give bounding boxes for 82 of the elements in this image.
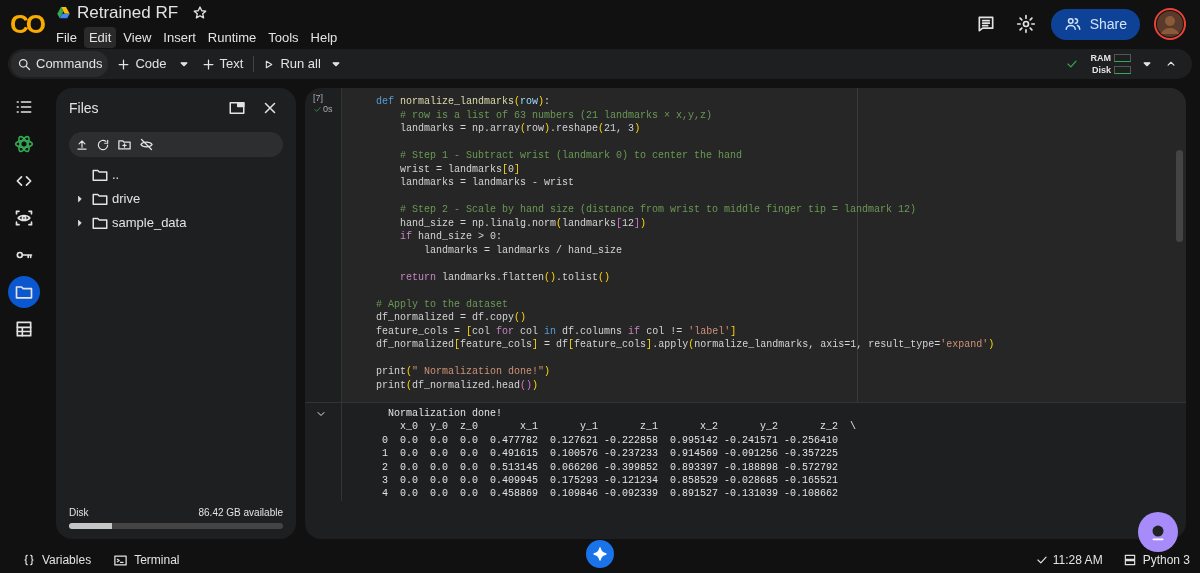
- menu-item[interactable]: Help: [305, 26, 343, 48]
- execution-count: [7]: [313, 93, 324, 104]
- search-icon: [17, 56, 32, 72]
- code-line: feature_cols = [col for col in df.columns if col != 'label']: [376, 324, 737, 338]
- ram-label: RAM: [1090, 52, 1111, 64]
- code-line: landmarks = np.array(row).reshape(21, 3): [399, 122, 641, 136]
- file-tree-item[interactable]: drive: [112, 189, 141, 209]
- code-line: # row is a list of 63 numbers (21 landmarks × x,y,z): [399, 108, 713, 122]
- file-tree-item[interactable]: ..: [112, 165, 120, 185]
- code-line: return landmarks.flatten().tolist(): [399, 270, 611, 284]
- code-line: print(" Normalization done!"): [376, 365, 551, 379]
- atom-icon: [14, 134, 34, 154]
- sparkle-icon: [592, 546, 608, 562]
- menu-item[interactable]: Runtime: [202, 26, 262, 48]
- upload-icon: [75, 137, 89, 152]
- code-line: wrist = landmarks[0]: [399, 162, 521, 176]
- server-icon: [1122, 553, 1137, 567]
- hidden-icon: [139, 137, 154, 152]
- braces-icon: [22, 553, 36, 567]
- add-text-button[interactable]: Text: [200, 54, 244, 74]
- scrollbar[interactable]: [1176, 150, 1183, 242]
- avatar[interactable]: [1154, 8, 1186, 40]
- output-line: x_0 y_0 z_0 x_1 y_1 z_1 x_2 y_2 z_2 \: [399, 420, 857, 434]
- output-line: 1 0.0 0.0 0.0 0.491615 0.100576 -0.237233 0.914569 -0.091256 -0.357225: [382, 447, 839, 461]
- expand-arrow-icon: [75, 218, 85, 228]
- gemini-button[interactable]: [586, 540, 614, 568]
- ram-meter: [1114, 54, 1131, 62]
- table-icon: [14, 319, 34, 339]
- output-line: Normalization done!: [387, 407, 503, 421]
- code-line: df_normalized[feature_cols] = df[feature_cols].apply(normalize_landmarks, axis=1, result_type='expand'): [376, 338, 995, 352]
- code-line: df_normalized = df.copy(): [376, 311, 527, 325]
- file-tree-item[interactable]: sample_data: [112, 213, 187, 233]
- variables-button[interactable]: Variables: [22, 551, 92, 569]
- check-icon: [313, 105, 322, 114]
- menu-item[interactable]: File: [51, 26, 82, 48]
- output-line: 2 0.0 0.0 0.0 0.513145 0.066206 -0.399852 0.893397 -0.188898 -0.572792: [382, 460, 839, 474]
- menu-item[interactable]: Insert: [158, 26, 201, 48]
- code-line: landmarks = landmarks - wrist: [399, 176, 575, 190]
- runtime-button[interactable]: Python 3: [1122, 551, 1190, 569]
- colab-logo: CO: [9, 11, 45, 37]
- disk-meter: [1114, 66, 1131, 74]
- disk-label: Disk: [1092, 64, 1111, 76]
- run-all-button[interactable]: Run all: [262, 54, 321, 74]
- code-line: if hand_size > 0:: [399, 230, 503, 244]
- add-code-button[interactable]: Code: [116, 54, 167, 74]
- output-line: 0 0.0 0.0 0.0 0.477782 0.127621 -0.222858 0.995142 -0.241571 -0.256410: [382, 433, 839, 448]
- folder-icon: [117, 137, 132, 152]
- share-button[interactable]: Share: [1050, 8, 1140, 40]
- code-line: def normalize_landmarks(row):: [376, 95, 551, 109]
- disk-label: Disk: [69, 506, 89, 520]
- resources-button[interactable]: RAM Disk: [1090, 52, 1131, 76]
- plus-icon: [200, 56, 216, 72]
- refresh-icon: [96, 137, 110, 152]
- settings-icon: [1015, 14, 1036, 34]
- panel-title: Files: [69, 98, 99, 118]
- output-line: 3 0.0 0.0 0.0 0.409945 0.175293 -0.121234 0.858529 -0.028685 -0.165521: [382, 473, 839, 488]
- plus-icon: [116, 56, 132, 72]
- code-line: landmarks = landmarks / hand_size: [423, 243, 623, 257]
- assistant-button[interactable]: [1138, 512, 1178, 552]
- sidebar-tab[interactable]: [8, 276, 40, 308]
- notebook-title[interactable]: Retrained RF: [77, 0, 179, 26]
- disk-available-text: 86.42 GB available: [198, 506, 283, 520]
- drive-icon: [56, 5, 71, 21]
- menu-item[interactable]: View: [118, 26, 157, 48]
- code-line: # Apply to the dataset: [376, 297, 509, 311]
- code-line: print(df_normalized.head()): [376, 378, 539, 392]
- people-icon: [1063, 15, 1082, 33]
- commands-button[interactable]: Commands: [11, 51, 109, 77]
- terminal-button[interactable]: Terminal: [113, 551, 180, 569]
- menu-item[interactable]: Edit: [83, 26, 117, 48]
- execution-time: 0s: [323, 104, 333, 115]
- menu-item[interactable]: Tools: [263, 26, 304, 48]
- terminal-icon: [113, 552, 129, 568]
- output-line: 4 0.0 0.0 0.0 0.458869 0.109846 -0.092339 0.891527 -0.131039 -0.108662: [382, 487, 839, 501]
- window-icon: [228, 99, 246, 117]
- eye-icon: [14, 208, 34, 228]
- code-line: # Step 1 - Subtract wrist (landmark 0) to center the hand: [399, 149, 743, 163]
- code-line: # Step 2 - Scale by hand size (distance from wrist to middle finger tip = landmark 12): [399, 203, 917, 217]
- execution-status[interactable]: 11:28 AM: [1034, 551, 1103, 569]
- code-line: hand_size = np.linalg.norm(landmarks[12]): [399, 216, 647, 230]
- star-icon: [192, 4, 209, 21]
- expand-arrow-icon: [75, 194, 85, 204]
